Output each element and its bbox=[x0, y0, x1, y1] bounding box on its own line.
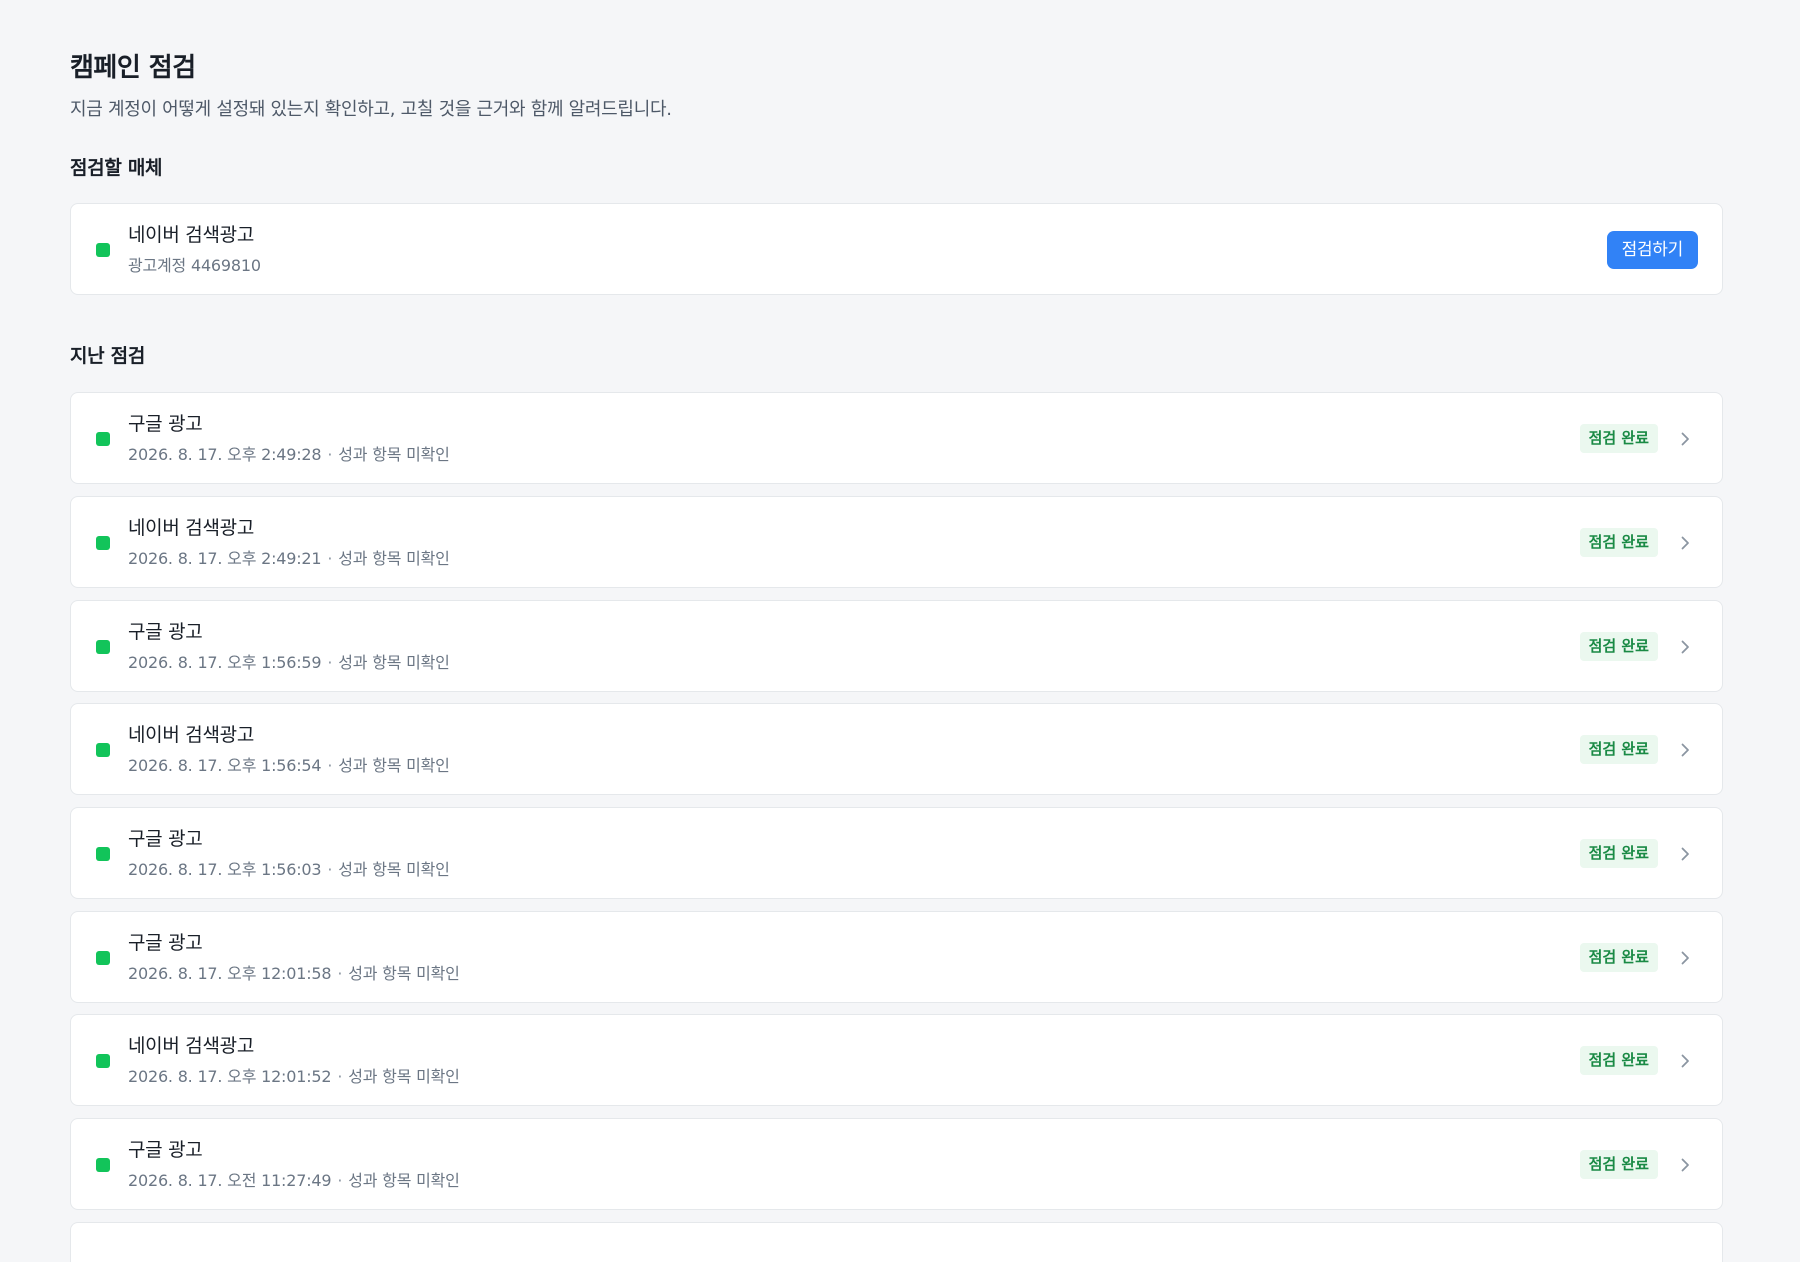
history-row-name: 구글 광고 bbox=[128, 828, 203, 850]
history-row-name: 구글 광고 bbox=[128, 1139, 203, 1161]
history-row-name: 구글 광고 bbox=[128, 621, 203, 643]
status-dot-icon bbox=[96, 1054, 110, 1068]
meta-separator: · bbox=[327, 860, 333, 879]
chevron-right-icon[interactable] bbox=[1676, 1052, 1694, 1070]
run-check-button[interactable]: 점검하기 bbox=[1606, 231, 1698, 269]
meta-separator: · bbox=[327, 653, 333, 672]
history-row-name: 네이버 검색광고 bbox=[128, 517, 255, 539]
history-row-meta: 2026. 8. 17. 오후 12:01:58 · 성과 항목 미확인 bbox=[128, 962, 460, 986]
history-row[interactable]: 구글 광고 2026. 8. 17. 오후 1:56:59 · 성과 항목 미확인 … bbox=[70, 600, 1723, 692]
status-dot-icon bbox=[96, 243, 110, 257]
chevron-right-icon[interactable] bbox=[1676, 534, 1694, 552]
history-row-note: 성과 항목 미확인 bbox=[348, 1067, 460, 1086]
history-row-timestamp: 2026. 8. 17. 오후 2:49:28 bbox=[128, 445, 322, 464]
history-row[interactable]: 네이버 검색광고 2026. 8. 17. 오후 1:56:54 · 성과 항목 미… bbox=[70, 703, 1723, 795]
history-row[interactable]: 네이버 검색광고 2026. 8. 17. 오후 2:49:21 · 성과 항목 미… bbox=[70, 496, 1723, 588]
status-dot-icon bbox=[96, 1158, 110, 1172]
history-row-note: 성과 항목 미확인 bbox=[338, 445, 450, 464]
history-row[interactable]: 구글 광고 2026. 8. 17. 오전 11:27:49 · 성과 항목 미확인… bbox=[70, 1118, 1723, 1210]
status-badge: 점검 완료 bbox=[1579, 1046, 1658, 1075]
meta-separator: · bbox=[337, 1171, 343, 1190]
history-row-name: 네이버 검색광고 bbox=[128, 724, 255, 746]
status-dot-icon bbox=[96, 847, 110, 861]
history-row-timestamp: 2026. 8. 17. 오후 12:01:52 bbox=[128, 1067, 332, 1086]
chevron-right-icon[interactable] bbox=[1676, 845, 1694, 863]
history-row[interactable]: 구글 광고 2026. 8. 17. 오후 12:01:58 · 성과 항목 미확인… bbox=[70, 911, 1723, 1003]
meta-separator: · bbox=[337, 1067, 343, 1086]
history-row-meta: 2026. 8. 17. 오후 12:01:52 · 성과 항목 미확인 bbox=[128, 1065, 460, 1089]
status-badge: 점검 완료 bbox=[1579, 735, 1658, 764]
history-row-note: 성과 항목 미확인 bbox=[338, 653, 450, 672]
media-account: 광고계정 4469810 bbox=[128, 256, 261, 275]
page-subtitle: 지금 계정이 어떻게 설정돼 있는지 확인하고, 고칠 것을 근거와 함께 알려… bbox=[70, 99, 672, 120]
chevron-right-icon[interactable] bbox=[1676, 949, 1694, 967]
status-badge: 점검 완료 bbox=[1579, 424, 1658, 453]
history-row-meta: 2026. 8. 17. 오후 1:56:54 · 성과 항목 미확인 bbox=[128, 754, 450, 778]
history-row[interactable]: 구글 광고 2026. 8. 17. 오후 1:56:03 · 성과 항목 미확인 … bbox=[70, 807, 1723, 899]
status-badge: 점검 완료 bbox=[1579, 943, 1658, 972]
media-section-heading: 점검할 매체 bbox=[70, 157, 163, 179]
history-row-name: 네이버 검색광고 bbox=[128, 1035, 255, 1057]
history-row-meta: 2026. 8. 17. 오전 11:27:49 · 성과 항목 미확인 bbox=[128, 1169, 460, 1193]
history-row-timestamp: 2026. 8. 17. 오후 1:56:59 bbox=[128, 653, 322, 672]
meta-separator: · bbox=[327, 756, 333, 775]
history-row-name: 구글 광고 bbox=[128, 413, 203, 435]
chevron-right-icon[interactable] bbox=[1676, 638, 1694, 656]
history-row-timestamp: 2026. 8. 17. 오전 11:27:49 bbox=[128, 1171, 332, 1190]
status-badge: 점검 완료 bbox=[1579, 1150, 1658, 1179]
meta-separator: · bbox=[327, 549, 333, 568]
status-dot-icon bbox=[96, 640, 110, 654]
history-row-note: 성과 항목 미확인 bbox=[338, 549, 450, 568]
status-dot-icon bbox=[96, 536, 110, 550]
history-section-heading: 지난 점검 bbox=[70, 345, 146, 367]
history-row[interactable]: 네이버 검색광고 2026. 8. 17. 오후 12:01:52 · 성과 항목 … bbox=[70, 1014, 1723, 1106]
history-row-note: 성과 항목 미확인 bbox=[338, 756, 450, 775]
chevron-right-icon[interactable] bbox=[1676, 1156, 1694, 1174]
history-row[interactable]: 구글 광고 2026. 8. 17. 오후 2:49:28 · 성과 항목 미확인 … bbox=[70, 392, 1723, 484]
history-row-note: 성과 항목 미확인 bbox=[348, 1171, 460, 1190]
chevron-right-icon[interactable] bbox=[1676, 430, 1694, 448]
history-row-meta: 2026. 8. 17. 오후 2:49:21 · 성과 항목 미확인 bbox=[128, 547, 450, 571]
status-badge: 점검 완료 bbox=[1579, 632, 1658, 661]
media-card-naver: 네이버 검색광고 광고계정 4469810 점검하기 bbox=[70, 203, 1723, 295]
meta-separator: · bbox=[327, 445, 333, 464]
status-badge: 점검 완료 bbox=[1579, 528, 1658, 557]
media-name: 네이버 검색광고 bbox=[128, 224, 255, 246]
history-row-timestamp: 2026. 8. 17. 오후 1:56:54 bbox=[128, 756, 322, 775]
history-row-meta: 2026. 8. 17. 오후 2:49:28 · 성과 항목 미확인 bbox=[128, 443, 450, 467]
history-row-meta: 2026. 8. 17. 오후 1:56:59 · 성과 항목 미확인 bbox=[128, 651, 450, 675]
status-dot-icon bbox=[96, 743, 110, 757]
history-row-timestamp: 2026. 8. 17. 오후 1:56:03 bbox=[128, 860, 322, 879]
history-row-name: 구글 광고 bbox=[128, 932, 203, 954]
history-row-note: 성과 항목 미확인 bbox=[348, 964, 460, 983]
chevron-right-icon[interactable] bbox=[1676, 741, 1694, 759]
page-title: 캠페인 점검 bbox=[70, 53, 196, 83]
meta-separator: · bbox=[337, 964, 343, 983]
history-row-note: 성과 항목 미확인 bbox=[338, 860, 450, 879]
history-row-timestamp: 2026. 8. 17. 오후 2:49:21 bbox=[128, 549, 322, 568]
history-row-partial[interactable] bbox=[70, 1222, 1723, 1262]
status-badge: 점검 완료 bbox=[1579, 839, 1658, 868]
status-dot-icon bbox=[96, 432, 110, 446]
history-row-meta: 2026. 8. 17. 오후 1:56:03 · 성과 항목 미확인 bbox=[128, 858, 450, 882]
history-row-timestamp: 2026. 8. 17. 오후 12:01:58 bbox=[128, 964, 332, 983]
status-dot-icon bbox=[96, 951, 110, 965]
